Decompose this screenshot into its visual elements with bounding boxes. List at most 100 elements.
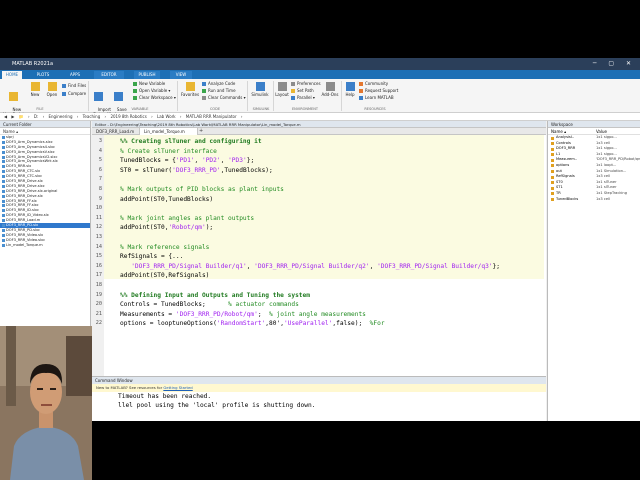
code-line[interactable]: 20 Controls = TunedBlocks; % actuator com… bbox=[92, 300, 546, 310]
code-line[interactable]: 19 %% Defining Input and Outputs and Tuni… bbox=[92, 291, 546, 301]
line-number: 17 bbox=[95, 272, 102, 279]
code-token: RefSignals = {... bbox=[120, 253, 184, 261]
address-bar[interactable]: ◀ ▶ 📁 › D: › Engineering › Teaching › 20… bbox=[0, 113, 640, 121]
import-icon bbox=[93, 92, 103, 101]
breadcrumb-drive[interactable]: D: bbox=[34, 114, 38, 119]
breadcrumb-teaching[interactable]: Teaching bbox=[83, 114, 101, 119]
code-line[interactable]: 11 % Mark joint angles as plant outputs bbox=[92, 214, 546, 224]
code-token: 'PD3' bbox=[228, 157, 247, 165]
code-line[interactable]: 9 addPoint(ST0,TunedBlocks) bbox=[92, 195, 546, 205]
folder-icon: 📁 bbox=[18, 114, 24, 119]
code-text: Controls = TunedBlocks; % actuator comma… bbox=[120, 300, 299, 310]
clear-commands-button[interactable]: Clear Commands ▾ bbox=[202, 95, 246, 101]
editor-tab-lin-model[interactable]: Lin_model_Torque.m bbox=[140, 128, 198, 135]
code-token: 'RandomStart' bbox=[216, 320, 266, 328]
code-token: Controls = TunedBlocks; bbox=[120, 301, 229, 309]
code-line[interactable]: 8 % Mark outputs of PID blocks as plant i… bbox=[92, 185, 546, 195]
code-token: TunedBlocks = { bbox=[120, 157, 176, 165]
code-line[interactable]: 15 RefSignals = {... bbox=[92, 252, 546, 262]
code-line[interactable]: 12 addPoint(ST0,'Robot/qm'); bbox=[92, 223, 546, 233]
code-token: , bbox=[220, 157, 229, 165]
open-variable-button[interactable]: Open Variable ▾ bbox=[133, 88, 170, 94]
code-line[interactable]: 13 bbox=[92, 233, 546, 243]
editor-tab-load[interactable]: DOF3_RRR_Load.m bbox=[92, 128, 140, 135]
compare-button[interactable]: Compare bbox=[62, 91, 86, 97]
code-line[interactable]: 4 % Create slTuner interface bbox=[92, 147, 546, 157]
workspace-value-header[interactable]: Value bbox=[596, 128, 607, 135]
help-button[interactable]: Help bbox=[343, 82, 357, 97]
code-token: addPoint(ST0,TunedBlocks) bbox=[120, 195, 214, 203]
code-line[interactable]: 3 %% Creating slTuner and configuring it bbox=[92, 137, 546, 147]
tab-editor[interactable]: EDITOR bbox=[94, 71, 124, 79]
set-path-button[interactable]: Set Path bbox=[291, 88, 314, 94]
layout-button[interactable]: Layout bbox=[274, 82, 290, 97]
forward-icon[interactable]: ▶ bbox=[11, 114, 14, 119]
code-line[interactable]: 14 % Mark reference signals bbox=[92, 243, 546, 253]
tab-home[interactable]: HOME bbox=[2, 71, 22, 79]
code-area[interactable]: 3 %% Creating slTuner and configuring it 4… bbox=[92, 135, 546, 376]
line-number: 7 bbox=[98, 176, 102, 183]
getting-started-link[interactable]: Getting Started bbox=[163, 385, 192, 390]
getting-started-banner: New to MATLAB? See resources for Getting… bbox=[92, 384, 546, 392]
breadcrumb-lab-work[interactable]: Lab Work bbox=[157, 114, 176, 119]
window-controls[interactable]: ─ ▢ ✕ bbox=[593, 58, 636, 70]
tab-publish[interactable]: PUBLISH bbox=[134, 71, 160, 79]
divider bbox=[341, 81, 342, 111]
command-window[interactable]: Command Window New to MATLAB? See resour… bbox=[92, 376, 546, 421]
new-button[interactable]: New bbox=[27, 82, 43, 97]
breadcrumb-rrr-manipulator[interactable]: MATLAB RRR Manipulator bbox=[186, 114, 237, 119]
code-line[interactable]: 16 'DOF3_RRR_PD/Signal Builder/q1', 'DOF… bbox=[92, 262, 546, 272]
parallel-button[interactable]: Parallel ▾ bbox=[291, 95, 315, 101]
stopwatch-icon bbox=[202, 89, 206, 93]
line-number: 4 bbox=[98, 147, 102, 154]
open-button[interactable]: Open bbox=[44, 82, 60, 97]
learn-matlab-button[interactable]: Learn MATLAB bbox=[359, 95, 394, 101]
tab-apps[interactable]: APPS bbox=[64, 71, 86, 79]
preferences-button[interactable]: Preferences bbox=[291, 81, 321, 87]
tab-view[interactable]: VIEW bbox=[170, 71, 192, 79]
code-token: , bbox=[369, 262, 378, 270]
command-output-line: llel pool using the 'local' profile is s… bbox=[118, 402, 316, 409]
group-label-resources: RESOURCES bbox=[364, 107, 386, 111]
code-line[interactable]: 10 bbox=[92, 204, 546, 214]
code-line[interactable]: 21 Measurements = 'DOF3_RRR_PD/Robot/qm';… bbox=[92, 310, 546, 320]
code-token: %% Defining Input and Outputs and Tuning… bbox=[120, 291, 310, 299]
code-line[interactable]: 5 TunedBlocks = {'PD1', 'PD2', 'PD3'}; bbox=[92, 156, 546, 166]
code-line[interactable]: 7 bbox=[92, 175, 546, 185]
code-line[interactable]: 18 bbox=[92, 281, 546, 291]
line-number: 6 bbox=[98, 166, 102, 173]
chevron-right-icon: › bbox=[240, 114, 243, 119]
name-column-header[interactable]: Name ▴ bbox=[0, 128, 90, 135]
community-button[interactable]: Community bbox=[359, 81, 388, 87]
add-tab-button[interactable]: + bbox=[199, 128, 203, 135]
file-item[interactable]: Lin_model_Torque.m bbox=[0, 243, 90, 248]
breadcrumb-robotics[interactable]: 2019 8th Robotics bbox=[110, 114, 146, 119]
code-line[interactable]: 6 ST0 = slTuner('DOF3_RRR_PD',TunedBlocks… bbox=[92, 166, 546, 176]
new-variable-button[interactable]: New Variable bbox=[133, 81, 165, 87]
code-line[interactable]: 22 options = looptuneOptions('RandomStart… bbox=[92, 319, 546, 329]
code-line[interactable]: 17 addPoint(ST0,RefSignals) bbox=[92, 271, 546, 281]
code-text: ST0 = slTuner('DOF3_RRR_PD',TunedBlocks)… bbox=[120, 166, 273, 176]
find-files-button[interactable]: Find Files bbox=[62, 83, 86, 89]
workspace-name-header[interactable]: Name ▴ bbox=[551, 128, 566, 135]
back-icon[interactable]: ◀ bbox=[4, 114, 7, 119]
window-title: MATLAB R2021a bbox=[12, 61, 54, 67]
favorites-button[interactable]: Favorites bbox=[179, 82, 201, 97]
run-and-time-button[interactable]: Run and Time bbox=[202, 88, 236, 94]
tab-plots[interactable]: PLOTS bbox=[32, 71, 54, 79]
code-token: ; bbox=[257, 310, 270, 318]
request-support-button[interactable]: Request Support bbox=[359, 88, 398, 94]
workspace-variable-row[interactable]: TunedBlocks 1x3 cell bbox=[548, 197, 640, 203]
analyze-code-button[interactable]: Analyze Code bbox=[202, 81, 235, 87]
clear-workspace-button[interactable]: Clear Workspace ▾ bbox=[133, 95, 176, 101]
group-label-environment: ENVIRONMENT bbox=[291, 107, 319, 111]
community-icon bbox=[359, 82, 363, 86]
line-number: 16 bbox=[95, 262, 102, 269]
code-token: options = looptuneOptions( bbox=[120, 320, 217, 328]
line-number: 10 bbox=[95, 205, 102, 212]
breadcrumb-engineering[interactable]: Engineering bbox=[48, 114, 72, 119]
add-ons-button[interactable]: Add-Ons bbox=[321, 82, 339, 97]
layout-icon bbox=[277, 82, 287, 91]
simulink-button[interactable]: Simulink bbox=[249, 82, 271, 97]
